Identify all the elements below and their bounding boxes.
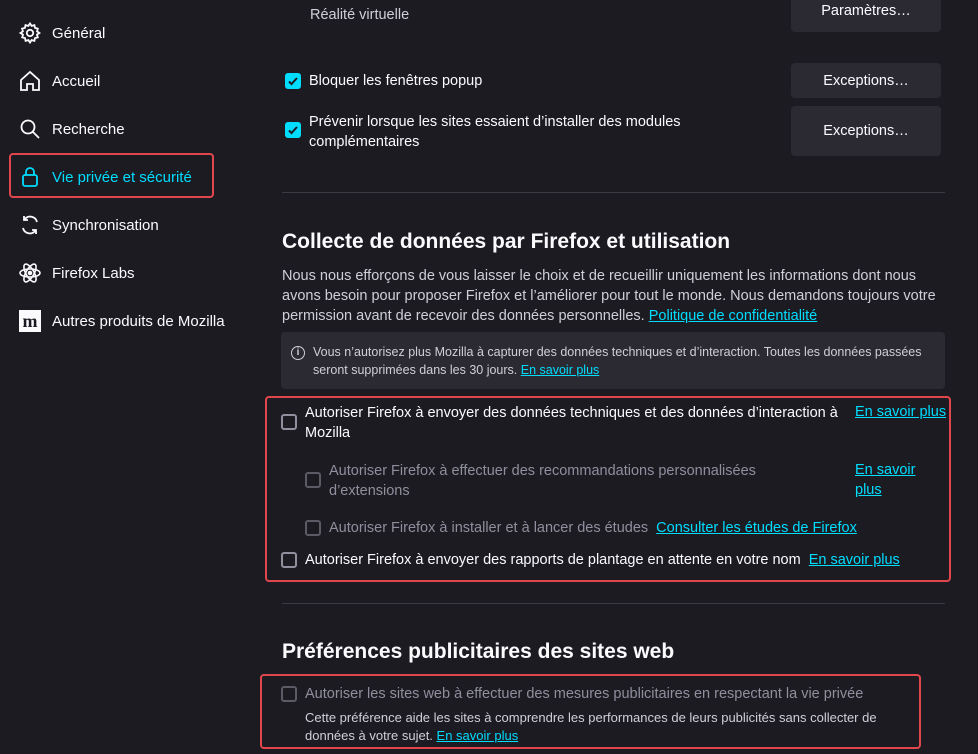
addons-exceptions-button[interactable]: Exceptions… [791, 106, 941, 156]
section-divider [282, 603, 945, 604]
sidebar-item-general[interactable]: Général [18, 18, 105, 48]
data-collection-description: Nous nous efforçons de vous laisser le c… [282, 266, 942, 326]
sidebar-item-label: Accueil [52, 72, 101, 90]
crash-learn-more-link[interactable]: En savoir plus [809, 550, 900, 570]
recommend-learn-more-link[interactable]: En savoir plus [855, 460, 925, 500]
home-icon [20, 70, 40, 91]
popup-exceptions-button[interactable]: Exceptions… [791, 63, 941, 98]
crash-reports-row: Autoriser Firefox à envoyer des rapports… [281, 550, 900, 570]
ads-measurement-checkbox[interactable] [281, 686, 297, 702]
gear-icon [18, 21, 42, 45]
sidebar-item-label: Firefox Labs [52, 264, 135, 282]
crash-reports-checkbox[interactable] [281, 552, 297, 568]
ads-measurement-description: Cette préférence aide les sites à compre… [305, 709, 905, 745]
mozilla-logo-icon: m [19, 310, 41, 332]
sidebar-item-label: Vie privée et sécurité [52, 168, 192, 186]
search-icon [20, 119, 40, 139]
data-collection-description-text: Nous nous efforçons de vous laisser le c… [282, 268, 936, 324]
svg-text:m: m [23, 311, 38, 331]
vr-label: Réalité virtuelle [310, 7, 410, 23]
check-icon [288, 77, 298, 86]
vr-settings-button[interactable]: Paramètres… [791, 0, 941, 32]
sidebar-item-label: Synchronisation [52, 216, 159, 234]
popup-block-checkbox[interactable] [285, 73, 301, 89]
telemetry-learn-more-link[interactable]: En savoir plus [855, 402, 946, 422]
sidebar-item-label: Autres produits de Mozilla [52, 312, 225, 330]
data-collection-title: Collecte de données par Firefox et utili… [282, 230, 731, 253]
atom-icon [19, 263, 41, 283]
recommend-link-wrap: En savoir plus [855, 460, 925, 500]
ads-preferences-title: Préférences publicitaires des sites web [282, 640, 675, 663]
sync-icon [22, 215, 38, 235]
studies-row: Autoriser Firefox à installer et à lance… [305, 518, 857, 538]
sidebar-item-privacy[interactable]: Vie privée et sécurité [18, 162, 192, 192]
recommend-row: Autoriser Firefox à effectuer des recomm… [305, 461, 805, 501]
sidebar-item-sync[interactable]: Synchronisation [18, 210, 159, 240]
sidebar-item-mozilla-products[interactable]: m Autres produits de Mozilla [18, 306, 225, 336]
lock-icon [22, 167, 38, 187]
info-banner: i Vous n’autorisez plus Mozilla à captur… [281, 332, 945, 389]
studies-label: Autoriser Firefox à installer et à lance… [329, 520, 649, 536]
vr-setting-cut: Réalité virtuelle [310, 5, 409, 25]
vr-settings-button-label: Paramètres… [821, 3, 911, 19]
studies-checkbox[interactable] [305, 520, 321, 536]
addons-warn-row: Prévenir lorsque les sites essaient d’in… [285, 112, 715, 152]
sidebar-item-home[interactable]: Accueil [18, 66, 100, 96]
sidebar-item-search[interactable]: Recherche [18, 114, 125, 144]
popup-block-row: Bloquer les fenêtres popup [285, 71, 482, 91]
section-divider [282, 192, 945, 193]
addons-warn-checkbox[interactable] [285, 122, 301, 138]
ads-measurement-label: Autoriser les sites web à effectuer des … [305, 686, 864, 702]
ads-measurement-row: Autoriser les sites web à effectuer des … [281, 684, 863, 704]
info-banner-text: Vous n’autorisez plus Mozilla à capturer… [313, 345, 922, 377]
ads-learn-more-link[interactable]: En savoir plus [437, 728, 519, 743]
recommend-checkbox[interactable] [305, 472, 321, 488]
popup-block-label: Bloquer les fenêtres popup [309, 73, 483, 89]
telemetry-label: Autoriser Firefox à envoyer des données … [305, 405, 838, 441]
telemetry-checkbox[interactable] [281, 414, 297, 430]
sidebar-item-label: Recherche [52, 120, 125, 138]
telemetry-row: Autoriser Firefox à envoyer des données … [281, 403, 841, 443]
sidebar-item-label: Général [52, 24, 106, 42]
privacy-policy-link[interactable]: Politique de confidentialité [649, 308, 817, 324]
sidebar-item-labs[interactable]: Firefox Labs [18, 258, 135, 288]
addons-exceptions-label: Exceptions… [823, 123, 909, 139]
info-icon: i [291, 346, 305, 360]
recommend-label: Autoriser Firefox à effectuer des recomm… [329, 463, 756, 499]
info-learn-more-link[interactable]: En savoir plus [521, 363, 600, 377]
crash-reports-label: Autoriser Firefox à envoyer des rapports… [305, 552, 801, 568]
studies-link[interactable]: Consulter les études de Firefox [656, 518, 857, 538]
addons-warn-label: Prévenir lorsque les sites essaient d’in… [309, 114, 681, 150]
popup-exceptions-label: Exceptions… [823, 72, 909, 89]
ads-description-text: Cette préférence aide les sites à compre… [305, 710, 877, 743]
check-icon [288, 126, 298, 135]
telemetry-link-wrap: En savoir plus [855, 402, 946, 422]
